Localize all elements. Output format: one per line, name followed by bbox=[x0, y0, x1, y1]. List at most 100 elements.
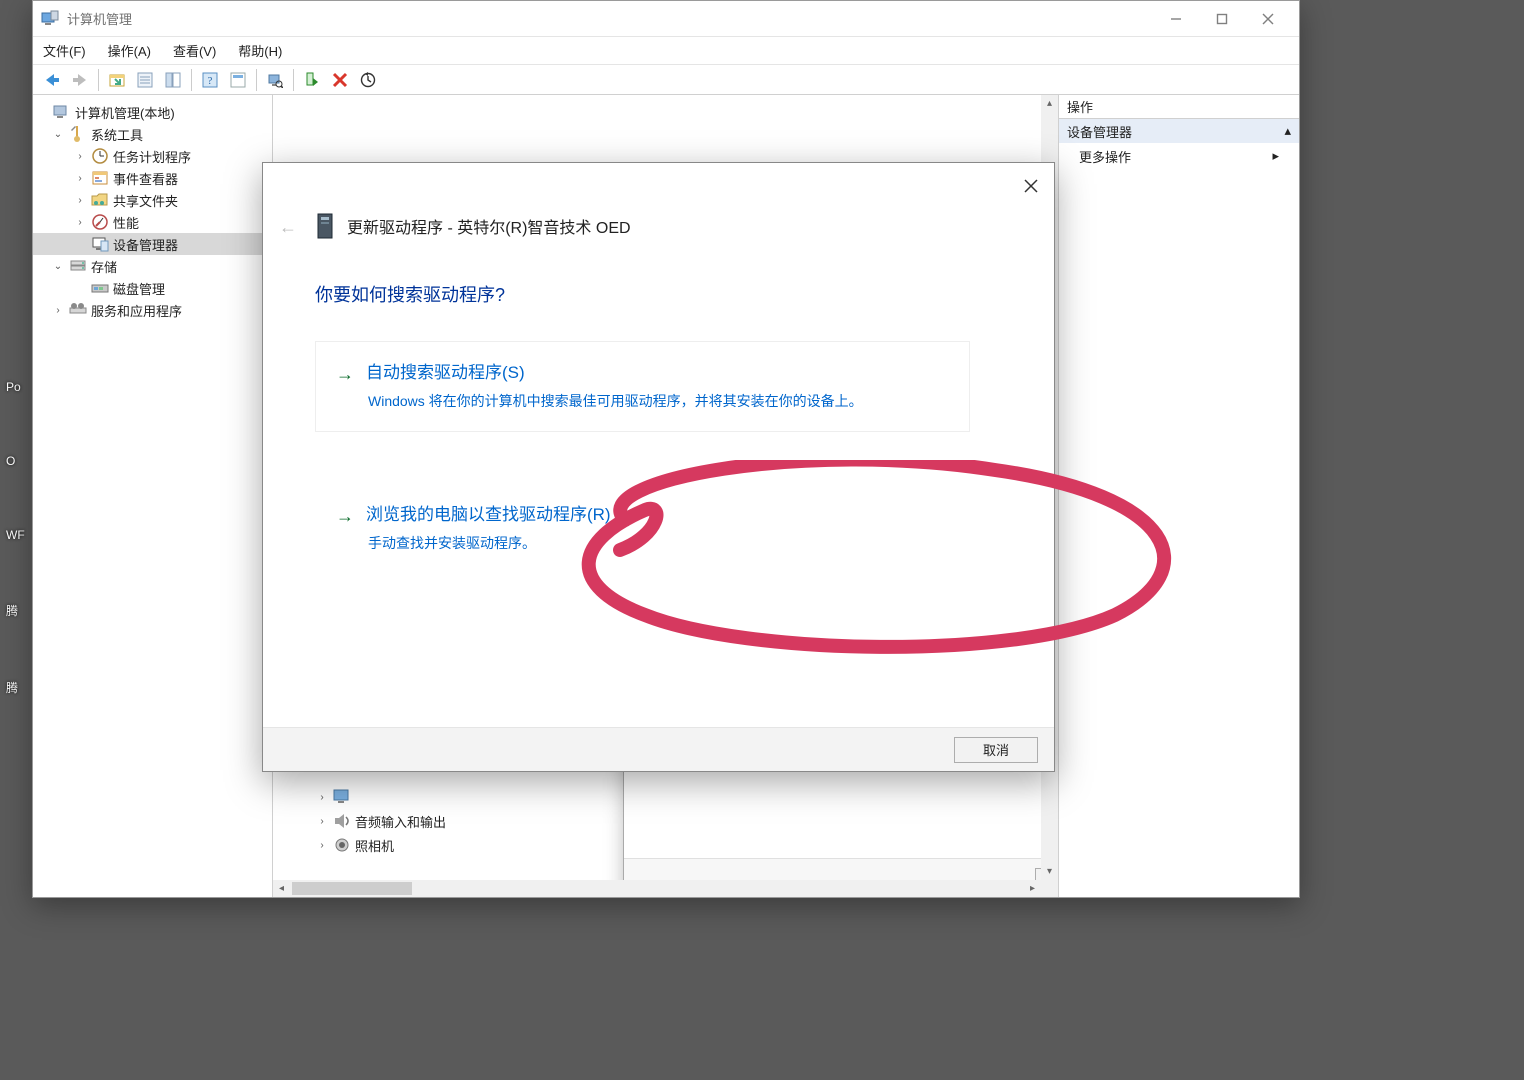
separator bbox=[191, 69, 192, 91]
actions-header: 操作 bbox=[1059, 95, 1299, 119]
separator bbox=[98, 69, 99, 91]
tree-label: 存储 bbox=[91, 257, 117, 276]
tree-label: 事件查看器 bbox=[113, 169, 178, 188]
tree-task-scheduler[interactable]: › 任务计划程序 bbox=[33, 145, 272, 167]
collapse-icon[interactable]: ⌄ bbox=[51, 261, 65, 272]
device-manager-icon bbox=[91, 235, 109, 253]
option-title: 自动搜索驱动程序(S) bbox=[366, 363, 525, 382]
desktop-label: 腾 bbox=[6, 679, 25, 696]
collapse-icon[interactable]: ⌄ bbox=[51, 129, 65, 140]
tree-services-apps[interactable]: › 服务和应用程序 bbox=[33, 299, 272, 321]
titlebar[interactable]: 计算机管理 bbox=[33, 1, 1299, 37]
collapse-icon[interactable]: ▴ bbox=[1284, 123, 1291, 139]
help-button[interactable]: ? bbox=[197, 68, 223, 92]
nav-back-button[interactable] bbox=[39, 68, 65, 92]
wizard-cancel-button[interactable]: 取消 bbox=[954, 737, 1038, 763]
tools-icon bbox=[69, 125, 87, 143]
scroll-up-icon[interactable]: ▴ bbox=[1041, 95, 1058, 112]
update-driver-button[interactable] bbox=[355, 68, 381, 92]
tree-device-manager[interactable]: 设备管理器 bbox=[33, 233, 272, 255]
close-button[interactable] bbox=[1245, 1, 1291, 37]
tree-label: 任务计划程序 bbox=[113, 147, 191, 166]
tree-storage[interactable]: ⌄ 存储 bbox=[33, 255, 272, 277]
expand-icon[interactable]: › bbox=[315, 840, 329, 851]
expand-icon[interactable]: › bbox=[51, 305, 65, 316]
wizard-option-browse[interactable]: →浏览我的电脑以查找驱动程序(R) 手动查找并安装驱动程序。 bbox=[315, 483, 970, 574]
device-tree-camera[interactable]: › 照相机 bbox=[285, 833, 446, 857]
wizard-option-auto-search[interactable]: →自动搜索驱动程序(S) Windows 将在你的计算机中搜索最佳可用驱动程序，… bbox=[315, 341, 970, 432]
scroll-thumb[interactable] bbox=[292, 882, 412, 895]
wizard-close-button[interactable] bbox=[1018, 173, 1044, 199]
properties-button[interactable] bbox=[132, 68, 158, 92]
up-button[interactable] bbox=[104, 68, 130, 92]
disable-device-button[interactable] bbox=[327, 68, 353, 92]
expand-icon[interactable]: › bbox=[73, 217, 87, 228]
arrow-right-icon: → bbox=[336, 506, 354, 526]
device-label: 音频输入和输出 bbox=[355, 812, 446, 831]
tree-label: 系统工具 bbox=[91, 125, 143, 144]
wizard-prompt: 你要如何搜索驱动程序? bbox=[315, 281, 505, 307]
expand-icon[interactable]: › bbox=[73, 151, 87, 162]
desktop-label: Po bbox=[6, 380, 25, 394]
speaker-icon bbox=[333, 812, 351, 830]
actions-pane: 操作 设备管理器 ▴ 更多操作 ▸ bbox=[1059, 95, 1299, 897]
services-icon bbox=[69, 301, 87, 319]
window-title: 计算机管理 bbox=[67, 9, 132, 28]
tree-disk-management[interactable]: 磁盘管理 bbox=[33, 277, 272, 299]
minimize-button[interactable] bbox=[1153, 1, 1199, 37]
expand-icon[interactable]: › bbox=[73, 173, 87, 184]
desktop-label: O bbox=[6, 454, 25, 468]
scan-hardware-button[interactable] bbox=[262, 68, 288, 92]
option-title: 浏览我的电脑以查找驱动程序(R) bbox=[366, 505, 611, 524]
tree-label: 共享文件夹 bbox=[113, 191, 178, 210]
performance-icon bbox=[91, 213, 109, 231]
device-label: 照相机 bbox=[355, 836, 394, 855]
tree-shared-folders[interactable]: › 共享文件夹 bbox=[33, 189, 272, 211]
expand-icon[interactable]: › bbox=[315, 792, 329, 803]
separator bbox=[293, 69, 294, 91]
storage-icon bbox=[69, 257, 87, 275]
tree-system-tools[interactable]: ⌄ 系统工具 bbox=[33, 123, 272, 145]
menu-action[interactable]: 操作(A) bbox=[108, 41, 151, 60]
scroll-corner bbox=[1041, 880, 1058, 897]
wizard-title: 更新驱动程序 - 英特尔(R)智音技术 OED bbox=[347, 214, 631, 238]
scroll-right-icon[interactable]: ▸ bbox=[1024, 880, 1041, 897]
toolbar: ? bbox=[33, 65, 1299, 95]
tree-label: 计算机管理(本地) bbox=[75, 103, 175, 122]
device-tree-audio-io[interactable]: › 音频输入和输出 bbox=[285, 809, 446, 833]
tree-root[interactable]: 计算机管理(本地) bbox=[33, 101, 272, 123]
clock-icon bbox=[91, 147, 109, 165]
tree-label: 性能 bbox=[113, 213, 139, 232]
view-button[interactable] bbox=[225, 68, 251, 92]
shared-folder-icon bbox=[91, 191, 109, 209]
menu-file[interactable]: 文件(F) bbox=[43, 41, 86, 60]
arrow-right-icon: → bbox=[336, 364, 354, 384]
actions-section[interactable]: 设备管理器 ▴ bbox=[1059, 119, 1299, 143]
expand-icon[interactable]: › bbox=[73, 195, 87, 206]
computer-icon bbox=[53, 103, 71, 121]
device-tree-item[interactable]: › bbox=[285, 785, 446, 809]
device-icon bbox=[315, 213, 335, 239]
horizontal-scrollbar[interactable]: ◂ ▸ bbox=[273, 880, 1041, 897]
disk-icon bbox=[91, 279, 109, 297]
chevron-right-icon: ▸ bbox=[1272, 148, 1279, 164]
show-hide-button[interactable] bbox=[160, 68, 186, 92]
console-tree[interactable]: 计算机管理(本地) ⌄ 系统工具 › 任务计划程序 › bbox=[33, 95, 273, 897]
enable-device-button[interactable] bbox=[299, 68, 325, 92]
tree-label: 磁盘管理 bbox=[113, 279, 165, 298]
actions-more[interactable]: 更多操作 ▸ bbox=[1059, 143, 1299, 169]
nav-forward-button[interactable] bbox=[67, 68, 93, 92]
app-icon bbox=[41, 10, 59, 28]
wizard-footer: 取消 bbox=[263, 727, 1054, 771]
menu-view[interactable]: 查看(V) bbox=[173, 41, 216, 60]
expand-icon[interactable]: › bbox=[315, 816, 329, 827]
scroll-left-icon[interactable]: ◂ bbox=[273, 880, 290, 897]
menu-help[interactable]: 帮助(H) bbox=[238, 41, 282, 60]
tree-performance[interactable]: › 性能 bbox=[33, 211, 272, 233]
actions-section-label: 设备管理器 bbox=[1067, 122, 1132, 141]
tree-event-viewer[interactable]: › 事件查看器 bbox=[33, 167, 272, 189]
tree-label: 服务和应用程序 bbox=[91, 301, 182, 320]
scroll-down-icon[interactable]: ▾ bbox=[1041, 863, 1058, 880]
maximize-button[interactable] bbox=[1199, 1, 1245, 37]
separator bbox=[256, 69, 257, 91]
